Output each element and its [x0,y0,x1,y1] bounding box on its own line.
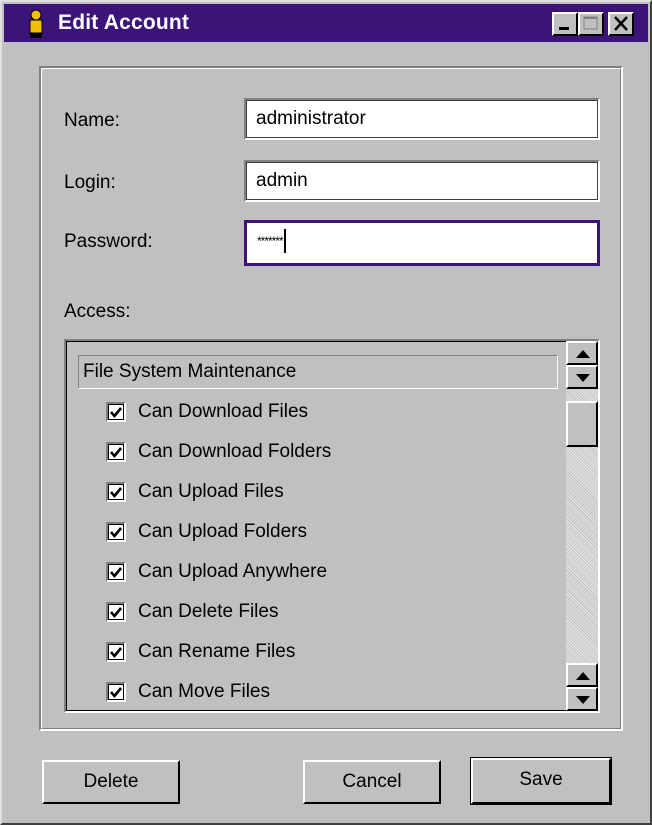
access-list-scrollbar[interactable] [566,341,598,711]
access-list-item[interactable]: Can Move Files [106,677,270,707]
permission-checkbox[interactable] [106,602,126,622]
checkmark-icon [110,607,123,619]
permission-label: Can Rename Files [138,641,296,662]
checkmark-icon [110,407,123,419]
permission-label: Can Download Files [138,401,309,422]
access-list-item[interactable]: Can Download Files [106,397,308,427]
minimize-button[interactable] [552,12,578,36]
minimize-icon [559,27,569,30]
checkmark-icon [110,487,123,499]
title-bar[interactable]: Edit Account [4,4,648,42]
permission-label: Can Upload Anywhere [138,561,328,582]
permission-label: Can Download Folders [138,441,332,462]
access-group-header[interactable]: File System Maintenance [78,355,558,389]
scroll-up-button[interactable] [566,341,598,365]
permission-checkbox[interactable] [106,562,126,582]
access-list-item[interactable]: Can Rename Files [106,637,295,667]
permission-label: Can Delete Files [138,601,279,622]
permission-label: Can Upload Folders [138,521,307,542]
permission-checkbox[interactable] [106,522,126,542]
close-button[interactable] [608,12,634,36]
checkmark-icon [110,647,123,659]
access-list-item[interactable]: Can Upload Files [106,477,284,507]
login-field[interactable]: admin [244,160,600,202]
name-label: Name: [64,110,120,131]
maximize-button[interactable] [578,12,604,36]
password-masked-value: ******* [257,234,284,248]
access-list-item[interactable]: Can Upload Folders [106,517,307,547]
save-button[interactable]: Save [470,757,612,805]
permission-checkbox[interactable] [106,682,126,702]
permission-checkbox[interactable] [106,642,126,662]
window-title: Edit Account [58,11,190,34]
access-list-item[interactable]: Can Download Folders [106,437,331,467]
arrow-up-icon [576,350,590,358]
scroll-down-button[interactable] [566,365,598,389]
permission-checkbox[interactable] [106,442,126,462]
name-field[interactable]: administrator [244,98,600,140]
checkmark-icon [110,447,123,459]
checkmark-icon [110,567,123,579]
edit-account-window: Edit Account Name: administrator Login: … [0,0,652,825]
password-field[interactable]: ******* [244,220,600,266]
permission-label: Can Move Files [138,681,270,702]
cancel-button[interactable]: Cancel [303,760,441,804]
access-label: Access: [64,301,131,322]
password-label: Password: [64,231,153,252]
permission-checkbox[interactable] [106,482,126,502]
checkmark-icon [110,527,123,539]
arrow-down-icon [576,374,590,382]
arrow-down-icon [576,696,590,704]
maximize-icon [583,16,598,30]
text-caret [283,229,286,253]
access-list-item[interactable]: Can Delete Files [106,597,278,627]
delete-button[interactable]: Delete [42,760,180,804]
user-icon [29,9,43,38]
access-list[interactable]: File System Maintenance Can Download Fil… [64,339,600,713]
scroll-down-button-lower[interactable] [566,687,598,711]
permission-label: Can Upload Files [138,481,284,502]
permission-checkbox[interactable] [106,402,126,422]
scroll-thumb[interactable] [566,401,598,447]
close-icon [614,16,628,31]
scroll-up-button-lower[interactable] [566,663,598,687]
arrow-up-icon [576,672,590,680]
login-label: Login: [64,172,116,193]
access-list-item[interactable]: Can Upload Anywhere [106,557,327,587]
checkmark-icon [110,687,123,699]
